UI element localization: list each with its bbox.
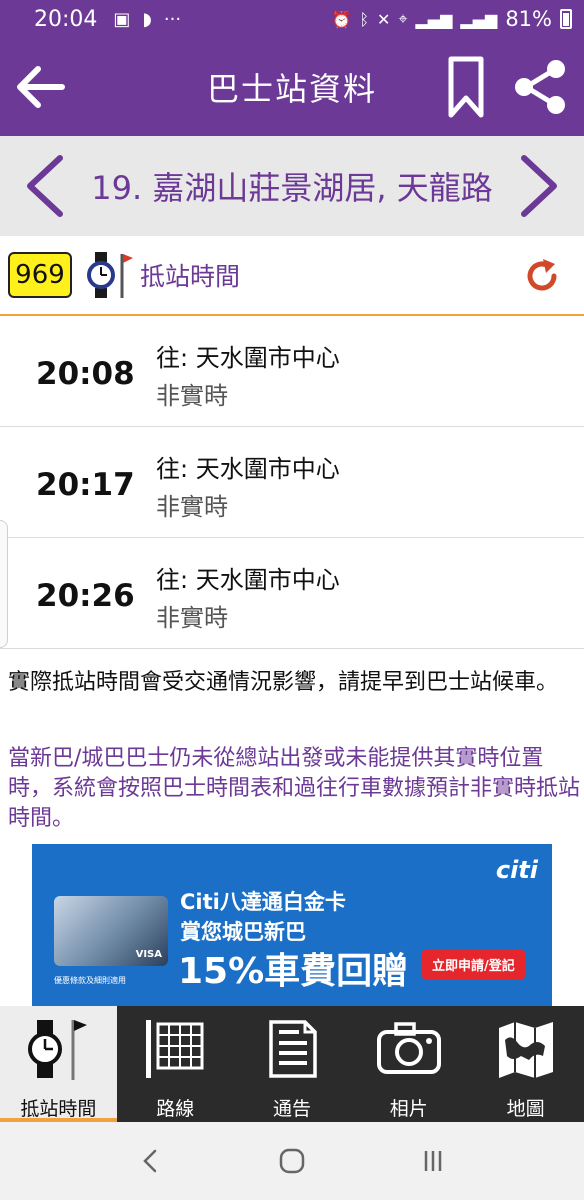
cast-icon: ◗ [142, 8, 152, 30]
nav-label: 通告 [272, 1098, 311, 1120]
bookmark-icon[interactable] [448, 56, 484, 118]
advertisement-banner[interactable]: citi VISA Citi八達通白金卡 賞您城巴新巴 15%車費回贈 立即申請… [32, 844, 552, 1006]
nav-tab-photo[interactable]: 相片 [350, 1006, 467, 1122]
nav-label: 相片 [389, 1098, 428, 1120]
sim-card-icon: ▣ [113, 8, 131, 30]
traffic-notice: 實際抵站時間會受交通情況影響，請提早到巴士站候車。 [8, 670, 559, 695]
refresh-icon[interactable] [522, 256, 562, 296]
eta-label: 抵站時間 [140, 262, 241, 291]
alarm-icon: ⏰ [331, 9, 352, 29]
eta-destination: 往: 天水圍市中心 [156, 566, 340, 594]
nav-tab-eta[interactable]: 抵站時間 [0, 1006, 117, 1122]
bluetooth-icon: ᛒ [359, 9, 370, 29]
nav-label: 抵站時間 [20, 1098, 97, 1120]
eta-list-item[interactable]: 20:17 往: 天水圍市中心 非實時 [0, 427, 584, 538]
status-bar: 20:04 ▣ ◗ ··· ⏰ ᛒ ✕ ⌖ ▂▄▆ ▂▄▆ 81% [0, 0, 584, 38]
mute-icon: ✕ [377, 9, 391, 29]
system-back-icon[interactable] [136, 1146, 166, 1176]
route-table-icon [142, 1016, 208, 1082]
route-header: 969 抵站時間 [0, 236, 584, 316]
status-time: 20:04 [34, 6, 98, 32]
stop-name: 19. 嘉湖山莊景湖居, 天龍路 [91, 169, 493, 207]
nav-tab-map[interactable]: 地圖 [467, 1006, 584, 1122]
next-stop-icon[interactable] [514, 152, 564, 220]
nav-label: 地圖 [506, 1098, 545, 1120]
bottom-nav: 抵站時間 路線 通告 相片 地圖 [0, 1006, 584, 1122]
camera-icon [376, 1016, 442, 1082]
map-icon [493, 1016, 559, 1082]
eta-destination: 往: 天水圍市中心 [156, 455, 340, 483]
eta-clock-icon [25, 1016, 91, 1082]
eta-clock-icon [87, 252, 133, 298]
battery-percent: 81% [505, 7, 552, 31]
location-icon: ⌖ [398, 9, 408, 28]
signal-lte1-icon: ▂▄▆ [415, 9, 453, 29]
app-bar: 巴士站資料 [0, 38, 584, 136]
eta-status: 非實時 [156, 493, 228, 521]
nav-tab-notice[interactable]: 通告 [234, 1006, 351, 1122]
eta-list: 20:08 往: 天水圍市中心 非實時 20:17 往: 天水圍市中心 非實時 … [0, 316, 584, 649]
notice-document-icon [259, 1016, 325, 1082]
nav-label: 路線 [156, 1098, 195, 1120]
stop-selector: 19. 嘉湖山莊景湖居, 天龍路 [0, 136, 584, 236]
eta-list-item[interactable]: 20:08 往: 天水圍市中心 非實時 [0, 316, 584, 427]
credit-card-image: VISA [54, 896, 168, 966]
status-right-icons: ⏰ ᛒ ✕ ⌖ ▂▄▆ ▂▄▆ 81% [332, 7, 572, 31]
nav-tab-route[interactable]: 路線 [117, 1006, 234, 1122]
ad-offer: 15%車費回贈 [178, 951, 409, 992]
ad-headline: Citi八達通白金卡 [180, 890, 346, 914]
eta-time: 20:08 [36, 356, 135, 392]
status-left-icons: ▣ ◗ ··· [113, 9, 181, 30]
battery-icon [560, 9, 572, 29]
system-home-icon[interactable] [277, 1146, 307, 1176]
eta-list-item[interactable]: 20:26 往: 天水圍市中心 非實時 [0, 538, 584, 649]
edge-panel-handle[interactable] [0, 520, 8, 648]
signal-lte2-icon: ▂▄▆ [460, 9, 498, 29]
eta-time: 20:26 [36, 578, 135, 614]
eta-time: 20:17 [36, 467, 135, 503]
more-dots-icon: ··· [163, 8, 182, 30]
eta-destination: 往: 天水圍市中心 [156, 344, 340, 372]
non-realtime-notice: 當新巴/城巴巴士仍未從總站出發或未能提供其實時位置時，系統會按照巴士時間表和過往… [8, 746, 581, 831]
eta-status: 非實時 [156, 382, 228, 410]
ad-brand-logo: citi [495, 856, 538, 884]
share-icon[interactable] [512, 58, 568, 116]
ad-fine-print: 優惠條款及細則適用 [54, 976, 126, 985]
system-recents-icon[interactable] [418, 1146, 448, 1176]
route-number-badge[interactable]: 969 [8, 252, 72, 298]
ad-cta-button[interactable]: 立即申請/登記 [422, 950, 525, 979]
page-title: 巴士站資料 [206, 70, 377, 108]
previous-stop-icon[interactable] [20, 152, 70, 220]
eta-status: 非實時 [156, 604, 228, 632]
card-brand: VISA [135, 949, 162, 960]
system-nav-bar [0, 1122, 584, 1200]
